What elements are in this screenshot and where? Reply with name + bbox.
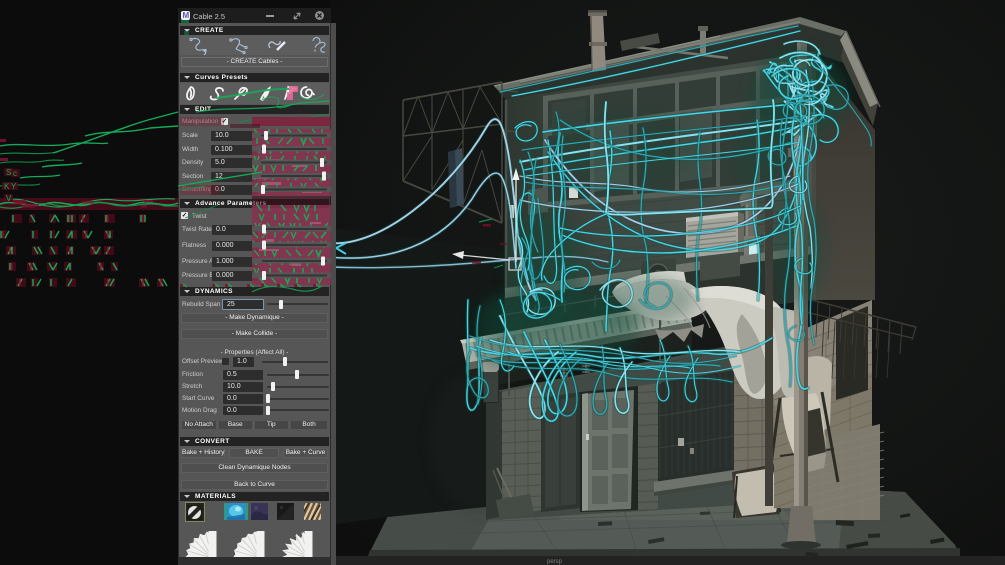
svg-text:c: c [13, 169, 17, 178]
svg-text:V: V [6, 194, 12, 203]
svg-text:Y: Y [11, 182, 17, 191]
svg-text:S: S [6, 168, 11, 177]
